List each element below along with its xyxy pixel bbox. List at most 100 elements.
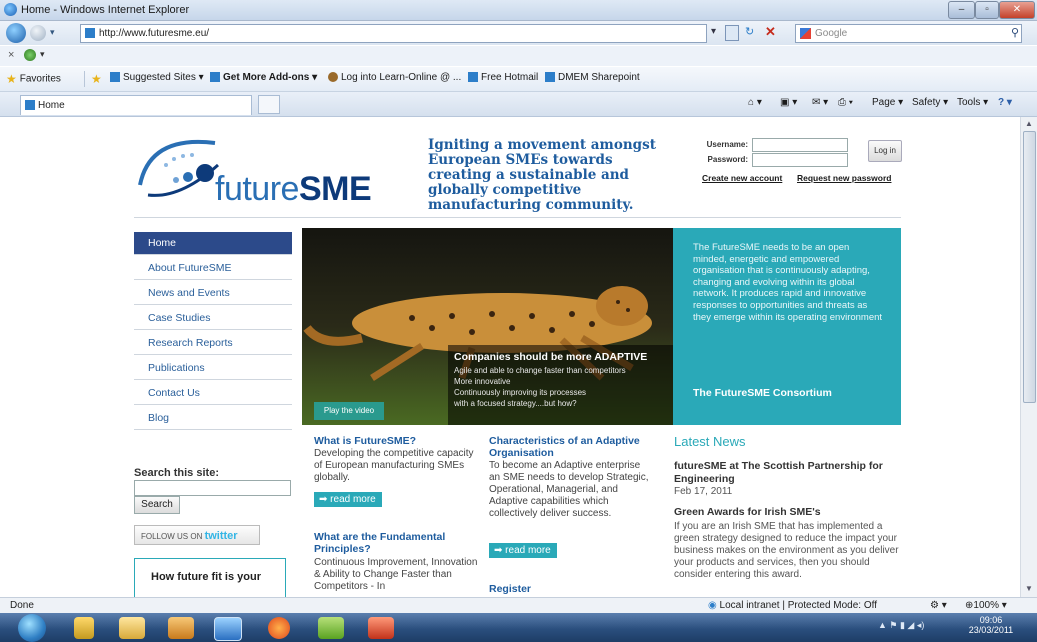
page-icon [85,28,95,39]
news-item-date: Feb 17, 2011 [674,486,733,497]
status-text: Done [10,600,34,611]
what-is-heading[interactable]: What is FutureSME? [314,435,479,447]
tray-icons[interactable]: ▲ ⚑ ▮ ◢ ◂) [878,620,924,631]
stop-icon[interactable]: ✕ [765,24,776,40]
fav-suggested-sites[interactable]: Suggested Sites ▾ [110,72,204,83]
register-heading[interactable]: Register [489,583,649,596]
menu-research-reports[interactable]: Research Reports [134,332,292,355]
read-more-button[interactable]: ➡ read more [489,543,557,558]
maximize-button[interactable]: ▫ [975,1,999,19]
address-dropdown-icon[interactable]: ▾ [711,26,716,37]
what-is-text: Developing the competitive capacity of E… [314,448,474,483]
menu-case-studies[interactable]: Case Studies [134,307,292,330]
site-logo[interactable]: futureSME [215,170,372,209]
scroll-down-icon[interactable]: ▼ [1025,584,1033,593]
caption-line: More innovative [454,377,511,386]
mission-text: The FutureSME needs to be an open minded… [693,242,883,323]
clock[interactable]: 09:06 23/03/2011 [966,615,1016,635]
ie-icon [4,3,17,16]
refresh-icon[interactable]: ↻ [745,25,754,38]
tab-home[interactable]: Home [20,95,252,115]
search-icon[interactable]: ⚲ [1011,26,1019,39]
taskbar-app-icon[interactable] [74,617,94,639]
feeds-icon[interactable]: ▣ ▾ [780,97,797,108]
site-search-button[interactable]: Search [134,496,180,514]
safety-menu[interactable]: Safety ▾ [912,97,948,108]
fav-dmem-sharepoint[interactable]: DMEM Sharepoint [545,72,640,83]
addon-dropdown-icon[interactable]: ▾ [40,49,45,60]
back-button[interactable] [6,23,26,43]
protected-icon[interactable]: ⚙ ▾ [930,600,947,611]
mission-signature: The FutureSME Consortium [693,387,832,399]
menu-publications[interactable]: Publications [134,357,292,380]
menu-blog[interactable]: Blog [134,407,292,430]
explorer-icon[interactable] [119,617,145,639]
principles-heading[interactable]: What are the Fundamental Principles? [314,531,479,555]
news-item-title[interactable]: futureSME at The Scottish Partnership fo… [674,460,902,486]
arrow-right-icon: ➡ [494,545,506,556]
addon-icon[interactable] [24,49,36,61]
minimize-button[interactable]: – [948,1,975,19]
status-bar: Done ◉ Local intranet | Protected Mode: … [0,597,1037,614]
menu-home[interactable]: Home [134,232,292,255]
add-favorites-icon[interactable]: ★ [91,72,102,86]
vertical-scrollbar[interactable]: ▲ ▼ [1020,117,1037,597]
scroll-up-icon[interactable]: ▲ [1025,119,1033,128]
close-toolbar-icon[interactable]: × [8,49,14,61]
address-bar[interactable]: http://www.futuresme.eu/ [80,24,707,43]
password-input[interactable] [752,153,848,167]
news-item-title[interactable]: Green Awards for Irish SME's [674,506,902,519]
news-item-text: If you are an Irish SME that has impleme… [674,521,899,580]
page-menu[interactable]: Page ▾ [872,97,903,108]
characteristics-text: To become an Adaptive enterprise an SME … [489,460,649,519]
ie-taskbar-icon[interactable] [214,617,242,641]
compatibility-icon[interactable] [725,25,739,41]
request-password-link[interactable]: Request new password [797,173,891,183]
media-icon[interactable] [168,617,194,639]
search-site-label: Search this site: [134,467,219,479]
ie-page-icon [110,72,120,83]
close-button[interactable]: ✕ [999,1,1035,19]
home-icon[interactable]: ⌂ ▾ [748,97,762,108]
arrow-right-icon: ➡ [319,494,331,505]
username-label: Username: [706,140,748,149]
menu-contact[interactable]: Contact Us [134,382,292,405]
forward-button[interactable] [30,25,46,41]
menu-about[interactable]: About FutureSME [134,257,292,280]
print-icon[interactable]: ⎙ ▾ [838,97,853,108]
new-tab-button[interactable] [258,95,280,114]
favorites-button[interactable]: ★ Favorites [6,72,61,86]
firefox-icon[interactable] [268,617,290,639]
play-video-button[interactable]: Play the video [314,402,384,420]
clock-date: 23/03/2011 [968,625,1014,635]
help-icon[interactable]: ? ▾ [998,97,1012,108]
fav-get-more-addons[interactable]: Get More Add-ons ▾ [210,72,317,83]
messenger-icon[interactable] [318,617,344,639]
google-icon [800,27,811,39]
menu-news-events[interactable]: News and Events [134,282,292,305]
start-button[interactable] [18,614,46,642]
navigation-bar: ▾ http://www.futuresme.eu/ ▾ ↻ ✕ Google … [0,21,1037,45]
scrollbar-thumb[interactable] [1023,131,1036,403]
powerpoint-icon[interactable] [368,617,394,639]
fav-free-hotmail[interactable]: Free Hotmail [468,72,538,83]
username-input[interactable] [752,138,848,152]
hero-banner[interactable]: Companies should be more ADAPTIVE Agile … [302,228,673,425]
twitter-follow-button[interactable]: FOLLOW US ON twitter [134,525,260,545]
address-text: http://www.futuresme.eu/ [99,28,210,39]
search-box[interactable]: Google [795,24,1022,43]
security-zone[interactable]: ◉ Local intranet | Protected Mode: Off [708,600,877,611]
create-account-link[interactable]: Create new account [702,173,782,183]
fav-learn-online[interactable]: Log into Learn-Online @ ... [328,72,461,83]
read-more-button[interactable]: ➡ read more [314,492,382,507]
ie-page-icon [545,72,555,83]
characteristics-heading[interactable]: Characteristics of an Adaptive Organisat… [489,435,649,459]
future-fit-box[interactable]: How future fit is your [134,558,286,600]
mail-icon[interactable]: ✉ ▾ [812,97,828,108]
login-button[interactable]: Log in [868,140,902,162]
recent-pages-icon[interactable]: ▾ [50,27,55,38]
zoom-level[interactable]: ⊕100% ▾ [965,600,1007,611]
tools-menu[interactable]: Tools ▾ [957,97,988,108]
site-search-input[interactable] [134,480,291,496]
search-placeholder: Google [815,28,848,39]
